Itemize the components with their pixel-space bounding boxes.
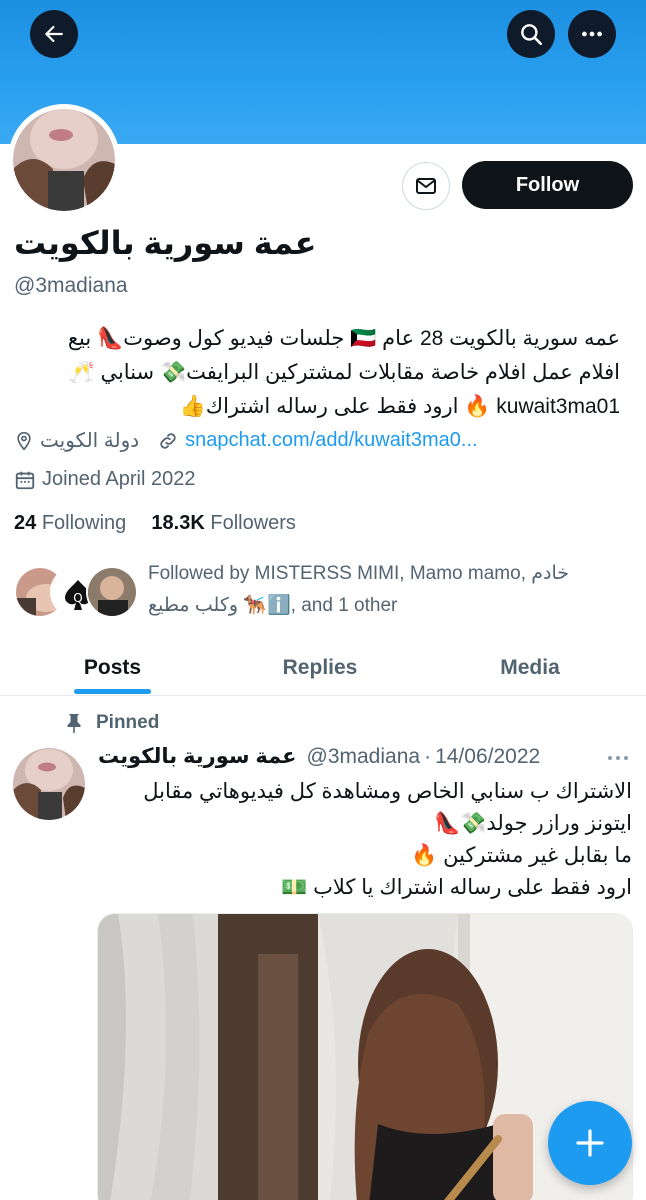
following-count: 24 bbox=[14, 512, 37, 534]
search-button[interactable] bbox=[507, 10, 555, 58]
plus-icon bbox=[576, 1129, 604, 1157]
following-link[interactable]: 24 Following bbox=[14, 512, 126, 534]
active-tab-indicator bbox=[74, 689, 151, 694]
followed-by-line: Followed by MISTERSS MIMI, Mamo mamo, خا… bbox=[148, 563, 570, 584]
back-button[interactable] bbox=[30, 10, 78, 58]
profile-meta-location-link: دولة الكويت snapchat.com/add/kuwait3ma0.… bbox=[14, 428, 478, 453]
arrow-left-icon bbox=[44, 25, 63, 43]
profile-location: دولة الكويت bbox=[40, 430, 140, 452]
joined-date: Joined April 2022 bbox=[42, 468, 196, 490]
profile-joined: Joined April 2022 bbox=[14, 468, 195, 491]
pinned-text: Pinned bbox=[96, 712, 160, 733]
follow-button[interactable]: Follow bbox=[462, 161, 633, 209]
profile-avatar[interactable] bbox=[8, 104, 120, 216]
bio-line: kuwait3ma01 🔥 ارود فقط على رساله اشتراك👍 bbox=[179, 395, 620, 418]
avatar-photo bbox=[13, 109, 115, 211]
svg-text:Q: Q bbox=[73, 591, 82, 605]
more-horizontal-icon bbox=[582, 31, 602, 37]
profile-tabs: Posts Replies Media bbox=[0, 640, 646, 696]
post-text-line: ما بقابل غير مشتركين 🔥 bbox=[411, 844, 632, 867]
profile-name: عمة سورية بالكويت bbox=[14, 225, 317, 261]
post-more-button[interactable] bbox=[604, 748, 632, 773]
followed-by-line: وكلب مطيع 🐕‍🦺ℹ️, and 1 other bbox=[148, 595, 398, 616]
message-button[interactable] bbox=[402, 162, 450, 210]
pinned-label: Pinned bbox=[64, 712, 159, 734]
bio-line: عمه سورية بالكويت 28 عام 🇰🇼 جلسات فيديو … bbox=[67, 327, 620, 350]
profile-website-link[interactable]: snapchat.com/add/kuwait3ma0... bbox=[185, 429, 477, 452]
post-author-handle[interactable]: @3madiana bbox=[307, 745, 421, 769]
followers-link[interactable]: 18.3K Followers bbox=[151, 512, 296, 534]
post-text-line: ارود فقط على رساله اشتراك يا كلاب 💵 bbox=[281, 876, 632, 899]
post-separator: · bbox=[424, 744, 432, 768]
location-pin-icon bbox=[14, 431, 34, 451]
follow-counts: 24 Following 18.3K Followers bbox=[14, 512, 296, 535]
post-header: عمة سورية بالكويت @3madiana · 14/06/2022 bbox=[98, 744, 540, 769]
post-text: الاشتراك ب سنابي الخاص ومشاهدة كل فيديوه… bbox=[98, 776, 632, 904]
bio-line: افلام عمل افلام خاصة مقابلات لمشتركين ال… bbox=[68, 361, 620, 384]
more-horizontal-icon bbox=[608, 756, 628, 760]
followers-count: 18.3K bbox=[151, 512, 205, 534]
tab-posts[interactable]: Posts bbox=[60, 640, 165, 696]
envelope-icon bbox=[416, 178, 436, 194]
profile-handle: @3madiana bbox=[14, 274, 128, 297]
followed-by-text[interactable]: Followed by MISTERSS MIMI, Mamo mamo, خا… bbox=[148, 558, 628, 622]
post-date[interactable]: 14/06/2022 bbox=[435, 745, 540, 769]
pin-icon bbox=[64, 712, 84, 734]
tab-media[interactable]: Media bbox=[482, 640, 578, 696]
profile-bio: عمه سورية بالكويت 28 عام 🇰🇼 جلسات فيديو … bbox=[14, 322, 620, 424]
calendar-icon bbox=[14, 469, 36, 491]
follower-avatar bbox=[86, 566, 138, 618]
post-author-avatar[interactable] bbox=[13, 748, 85, 820]
link-icon bbox=[157, 430, 179, 452]
post-text-line: ايتونز ورازر جولد💸👠 bbox=[434, 812, 632, 835]
following-label: Following bbox=[41, 512, 127, 534]
tab-replies[interactable]: Replies bbox=[262, 640, 378, 696]
compose-button[interactable] bbox=[548, 1101, 632, 1185]
post-author-name[interactable]: عمة سورية بالكويت bbox=[98, 744, 297, 769]
post-text-line: الاشتراك ب سنابي الخاص ومشاهدة كل فيديوه… bbox=[143, 780, 632, 803]
followed-by-avatars[interactable]: Q bbox=[14, 566, 138, 618]
followers-label: Followers bbox=[210, 512, 296, 534]
search-icon bbox=[521, 24, 543, 46]
more-button[interactable] bbox=[568, 10, 616, 58]
